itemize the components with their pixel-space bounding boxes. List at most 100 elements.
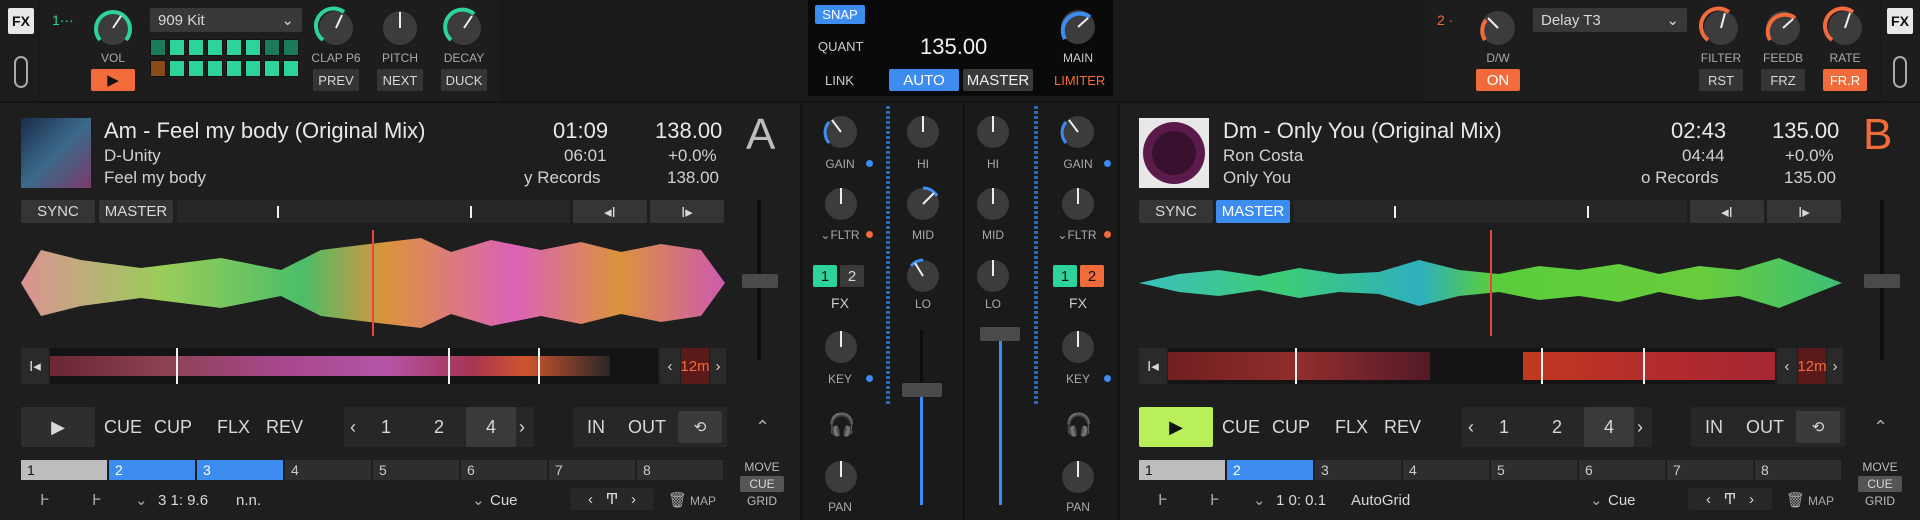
ch-b-volume-fader[interactable] — [980, 327, 1020, 341]
deck-b-hotcue-5[interactable]: 5 — [1491, 460, 1577, 480]
ch-a-filter-knob[interactable] — [819, 182, 863, 226]
step-pad[interactable] — [188, 39, 204, 56]
step-pad[interactable] — [188, 60, 204, 77]
deck-b-beatjump-forward[interactable]: Ι▸ — [1767, 200, 1841, 223]
trash-icon[interactable]: 🗑 — [668, 491, 687, 509]
deck-a-map[interactable]: MAP — [690, 494, 716, 508]
ch-a-filter-label[interactable]: ⌄FLTR — [812, 228, 868, 242]
step-pad[interactable] — [264, 60, 280, 77]
deck-a-hotcue-1[interactable]: 1 — [21, 460, 107, 480]
step-pad[interactable] — [226, 39, 242, 56]
deck-a-hotcue-3[interactable]: 3 — [197, 460, 283, 480]
clap-knob[interactable] — [314, 6, 358, 50]
ch-a-fx2-button[interactable]: 2 — [840, 265, 864, 287]
ch-a-hi-knob[interactable] — [901, 110, 945, 154]
deck-b-cue-mode[interactable]: Cue — [1608, 492, 1636, 509]
ch-b-mid-knob[interactable] — [971, 182, 1015, 226]
chevron-left-icon[interactable]: ‹ — [350, 417, 356, 438]
main-volume-knob[interactable] — [1056, 5, 1100, 49]
deck-b-beatjump-back[interactable]: ◂Ι — [1690, 200, 1764, 223]
ch-b-hi-knob[interactable] — [971, 110, 1015, 154]
grid-tick-icon[interactable]: Ͱ — [40, 491, 50, 509]
deck-a-loop-smaller[interactable]: ‹ — [660, 348, 680, 384]
deck-b-hotcue-2[interactable]: 2 — [1227, 460, 1313, 480]
deck-b-overview[interactable] — [1168, 348, 1775, 384]
grid-tick-icon[interactable]: Ͱ — [92, 491, 102, 509]
kit-select[interactable]: 909 Kit ⌄ — [150, 8, 302, 32]
deck-a-out-button[interactable]: OUT — [628, 417, 666, 438]
deck-b-in-button[interactable]: IN — [1705, 417, 1723, 438]
deck-a-sync-button[interactable]: SYNC — [21, 200, 95, 223]
ch-a-fx1-button[interactable]: 1 — [813, 265, 837, 287]
deck-b-hotcue-8[interactable]: 8 — [1755, 460, 1841, 480]
step-pad[interactable] — [283, 60, 299, 77]
deck-b-map[interactable]: MAP — [1808, 494, 1834, 508]
step-pad[interactable] — [169, 39, 185, 56]
snap-button[interactable]: SNAP — [815, 5, 865, 24]
effect-select[interactable]: Delay T3 ⌄ — [1533, 8, 1687, 32]
fx-on-button[interactable]: ON — [1476, 69, 1520, 91]
duck-button[interactable]: DUCK — [441, 69, 487, 91]
link-chain-icon-right[interactable] — [1893, 56, 1907, 88]
deck-b-loop-1[interactable]: 1 — [1499, 417, 1509, 438]
step-pad[interactable] — [150, 39, 166, 56]
step-pad[interactable] — [226, 60, 242, 77]
ch-b-pan-knob[interactable] — [1056, 455, 1100, 499]
deck-b-loop-larger[interactable]: › — [1827, 348, 1843, 384]
ch-a-gain-knob[interactable] — [819, 110, 863, 154]
reset-button[interactable]: RST — [1699, 69, 1743, 91]
grid-tick-icon[interactable]: Ͱ — [1158, 491, 1168, 509]
pitch-knob[interactable] — [378, 6, 422, 50]
auto-button[interactable]: AUTO — [889, 69, 959, 91]
deck-a-loop-2[interactable]: 2 — [434, 417, 444, 438]
loop-icon[interactable]: ⟲ — [1796, 411, 1840, 443]
deck-b-hotcue-4[interactable]: 4 — [1403, 460, 1489, 480]
next-button[interactable]: NEXT — [377, 69, 423, 91]
ch-b-fx2-button[interactable]: 2 — [1080, 265, 1104, 287]
deck-a-hotcue-7[interactable]: 7 — [549, 460, 635, 480]
deck-b-move-cue[interactable]: CUE — [1858, 476, 1902, 492]
deck-b-waveform[interactable] — [1139, 230, 1842, 336]
grid-tick-icon[interactable]: Ͱ — [1210, 491, 1220, 509]
deck-a-overview[interactable] — [50, 348, 658, 384]
chevron-up-icon[interactable]: ⌃ — [1873, 417, 1888, 438]
deck-a-loop-1[interactable]: 1 — [381, 417, 391, 438]
deck-b-hotcue-6[interactable]: 6 — [1579, 460, 1665, 480]
step-pad[interactable] — [150, 60, 166, 77]
headphones-icon[interactable]: 🎧 — [828, 412, 855, 438]
deck-b-hotcue-7[interactable]: 7 — [1667, 460, 1753, 480]
deck-b-loop-2[interactable]: 2 — [1552, 417, 1562, 438]
deck-a-tempo-fader[interactable] — [742, 274, 778, 288]
rate-knob[interactable] — [1823, 6, 1867, 50]
deck-a-hotcue-4[interactable]: 4 — [285, 460, 371, 480]
ch-a-pan-knob[interactable] — [819, 455, 863, 499]
ch-b-key-knob[interactable] — [1056, 325, 1100, 369]
deck-a-cue-mode[interactable]: Cue — [490, 492, 518, 509]
deck-a-loop-4[interactable]: 4 — [466, 407, 516, 447]
master-bpm[interactable]: 135.00 — [920, 34, 987, 60]
step-sequencer[interactable] — [150, 39, 302, 79]
deck-a-reverse-button[interactable]: REV — [266, 417, 303, 438]
ch-a-mid-knob[interactable] — [901, 182, 945, 226]
step-pad[interactable] — [207, 60, 223, 77]
deck-a-move-cue[interactable]: CUE — [740, 476, 784, 492]
freeze-button[interactable]: FRZ — [1761, 69, 1805, 91]
chevron-down-icon[interactable]: ⌄ — [472, 491, 485, 509]
chevron-right-icon[interactable]: › — [519, 417, 525, 438]
deck-b-hotcue-3[interactable]: 3 — [1315, 460, 1401, 480]
deck-a-loop-larger[interactable]: › — [710, 348, 726, 384]
step-pad[interactable] — [169, 60, 185, 77]
chevron-up-icon[interactable]: ⌃ — [755, 417, 770, 438]
fx-unit-left-button[interactable]: FX — [8, 8, 34, 34]
filter-knob[interactable] — [1699, 6, 1743, 50]
deck-a-cup-button[interactable]: CUP — [154, 417, 192, 438]
deck-a-in-button[interactable]: IN — [587, 417, 605, 438]
deck-b-cue-nav[interactable]: ‹ Ͳ › — [1688, 488, 1772, 510]
play-pattern-button[interactable]: ▶ — [91, 69, 135, 91]
step-pad[interactable] — [207, 39, 223, 56]
deck-a-hotcue-2[interactable]: 2 — [109, 460, 195, 480]
dry-wet-knob[interactable] — [1476, 6, 1520, 50]
ch-a-key-knob[interactable] — [819, 325, 863, 369]
ch-b-lo-knob[interactable] — [971, 254, 1015, 298]
deck-b-master-button[interactable]: MASTER — [1216, 200, 1290, 223]
